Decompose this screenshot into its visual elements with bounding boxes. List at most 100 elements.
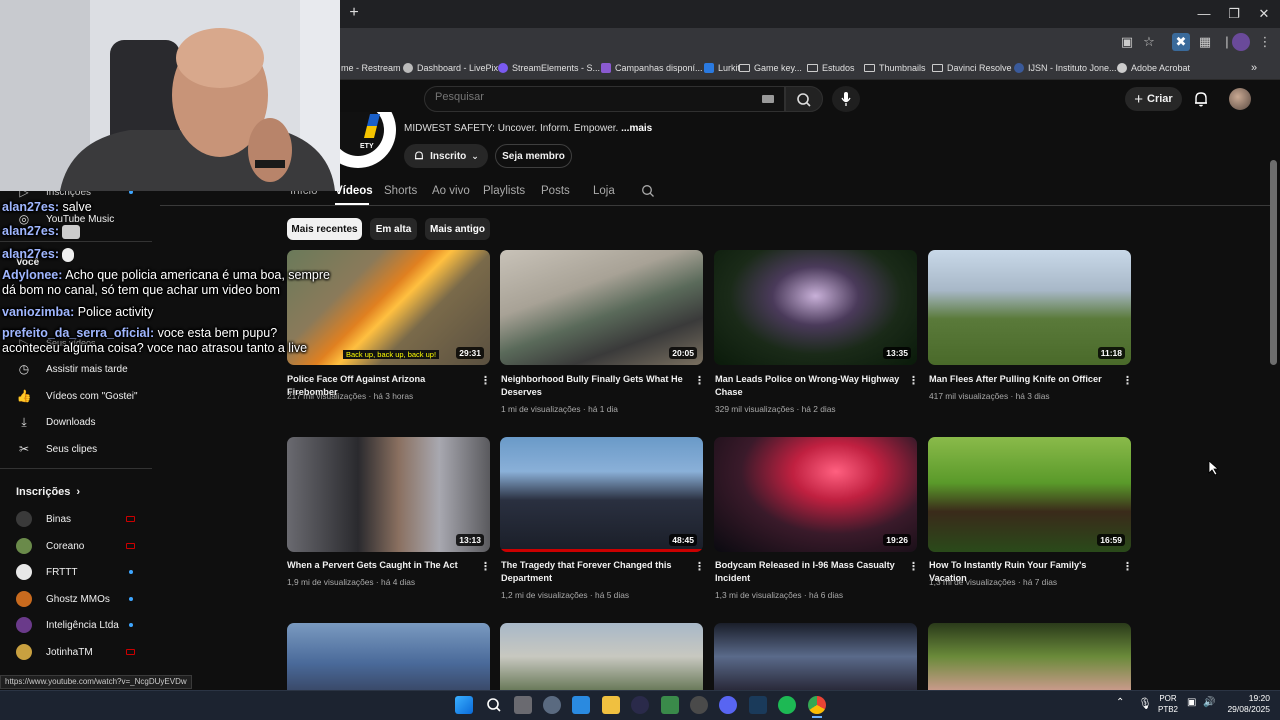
chip-em-alta[interactable]: Em alta (370, 218, 417, 240)
subscription-item[interactable]: Inteligência Ltda (16, 616, 119, 634)
close-window-button[interactable]: ✕ (1249, 4, 1279, 24)
photos-icon[interactable] (572, 696, 590, 714)
join-member-button[interactable]: Seja membro (495, 144, 572, 168)
video-thumbnail[interactable]: 16:59 (928, 437, 1131, 552)
maximize-button[interactable]: ❐ (1219, 4, 1249, 24)
subscription-item[interactable]: Coreano (16, 537, 84, 555)
task-view-icon[interactable] (514, 696, 532, 714)
extensions-puzzle-icon[interactable]: ▦ (1196, 33, 1214, 51)
minimize-button[interactable]: — (1189, 4, 1219, 24)
settings-gear-icon[interactable] (543, 696, 561, 714)
bookmark-item[interactable]: me - Restream (341, 60, 401, 76)
cast-icon[interactable]: ▣ (1118, 33, 1136, 51)
keyboard-icon[interactable] (762, 95, 774, 103)
video-thumbnail[interactable]: 48:45 (500, 437, 703, 552)
bookmark-star-icon[interactable]: ☆ (1140, 33, 1158, 51)
video-menu-icon[interactable]: ⋮ (1122, 561, 1133, 573)
bookmark-item[interactable]: Game key... (739, 60, 802, 76)
subscribed-button[interactable]: Inscrito ⌄ (404, 144, 488, 168)
tab-ao-vivo[interactable]: Ao vivo (432, 185, 470, 197)
create-button[interactable]: + Criar (1125, 87, 1182, 111)
sidebar-item-watch-later[interactable]: ◷ Assistir mais tarde (16, 360, 128, 378)
video-thumbnail[interactable]: 20:05 (500, 250, 703, 365)
search-input[interactable] (435, 91, 735, 103)
search-box[interactable] (424, 86, 785, 112)
video-title[interactable]: When a Pervert Gets Caught in The Act (287, 559, 472, 572)
bookmark-item[interactable]: Adobe Acrobat (1117, 60, 1190, 76)
bookmark-item[interactable]: StreamElements - S... (498, 60, 600, 76)
bookmark-item[interactable]: Estudos (807, 60, 855, 76)
sidebar-subscriptions-header[interactable]: Inscrições › (16, 483, 80, 501)
file-explorer-icon[interactable] (602, 696, 620, 714)
account-avatar[interactable] (1229, 88, 1251, 110)
video-title[interactable]: Man Flees After Pulling Knife on Officer (929, 373, 1114, 386)
tab-videos[interactable]: Vídeos (335, 185, 373, 197)
voice-search-button[interactable] (832, 86, 860, 112)
notifications-button[interactable] (1192, 90, 1210, 108)
tab-playlists[interactable]: Playlists (483, 185, 525, 197)
video-title[interactable]: Bodycam Released in I-96 Mass Casualty I… (715, 559, 900, 585)
tray-chevron-icon[interactable]: ⌃ (1116, 697, 1124, 708)
bookmark-item[interactable]: Dashboard - LivePix (403, 60, 498, 76)
video-menu-icon[interactable]: ⋮ (480, 561, 491, 573)
channel-logo[interactable]: ETY (340, 112, 396, 174)
video-thumbnail[interactable] (714, 623, 917, 690)
video-menu-icon[interactable]: ⋮ (1122, 375, 1133, 387)
chip-mais-antigo[interactable]: Mais antigo (425, 218, 490, 240)
volume-icon[interactable]: 🔊 (1203, 697, 1215, 708)
video-thumbnail[interactable] (928, 623, 1131, 690)
tab-loja[interactable]: Loja (593, 185, 615, 197)
more-bookmarks-icon[interactable]: » (1251, 60, 1257, 76)
search-button[interactable] (785, 86, 823, 112)
video-thumbnail[interactable]: 13:35 (714, 250, 917, 365)
channel-search-icon[interactable] (641, 184, 655, 203)
more-link[interactable]: ...mais (621, 123, 652, 134)
video-menu-icon[interactable]: ⋮ (694, 375, 705, 387)
video-thumbnail[interactable] (500, 623, 703, 690)
subscription-item[interactable]: JotinhaTM (16, 643, 93, 661)
extension-icon[interactable]: ✖ (1172, 33, 1190, 51)
steam-icon[interactable] (749, 696, 767, 714)
channel-description[interactable]: MIDWEST SAFETY: Uncover. Inform. Empower… (404, 123, 652, 134)
bookmark-item[interactable]: IJSN - Instituto Jone... (1014, 60, 1117, 76)
discord-icon[interactable] (719, 696, 737, 714)
video-title[interactable]: Man Leads Police on Wrong-Way Highway Ch… (715, 373, 900, 399)
new-tab-button[interactable]: + (346, 5, 362, 21)
subscription-item[interactable]: FRTTT (16, 563, 77, 581)
video-title[interactable]: The Tragedy that Forever Changed this De… (501, 559, 686, 585)
video-thumbnail[interactable]: 11:18 (928, 250, 1131, 365)
bookmark-item[interactable]: Lurkit (704, 60, 740, 76)
tab-shorts[interactable]: Shorts (384, 185, 417, 197)
tab-posts[interactable]: Posts (541, 185, 570, 197)
video-menu-icon[interactable]: ⋮ (908, 375, 919, 387)
video-menu-icon[interactable]: ⋮ (908, 561, 919, 573)
video-thumbnail[interactable]: 19:26 (714, 437, 917, 552)
windows-start-icon[interactable] (455, 696, 473, 714)
chip-mais-recentes[interactable]: Mais recentes (287, 218, 362, 240)
language-indicator[interactable]: POR PTB2 (1158, 693, 1178, 715)
taskbar-search-icon[interactable] (485, 696, 503, 714)
network-icon[interactable]: ▣ (1187, 697, 1196, 708)
menu-kebab-icon[interactable]: ⋮ (1256, 33, 1274, 51)
taskbar-clock[interactable]: 19:20 29/08/2025 (1222, 693, 1270, 715)
subscription-item[interactable]: Binas (16, 510, 71, 528)
subscription-item[interactable]: Ghostz MMOs (16, 590, 110, 608)
bookmark-item[interactable]: Davinci Resolve (932, 60, 1012, 76)
video-menu-icon[interactable]: ⋮ (694, 561, 705, 573)
video-title[interactable]: Neighborhood Bully Finally Gets What He … (501, 373, 686, 399)
bookmark-item[interactable]: Campanhas disponí... (601, 60, 703, 76)
video-thumbnail[interactable]: 13:13 (287, 437, 490, 552)
sidebar-item-downloads[interactable]: ⤓ Downloads (16, 413, 95, 431)
microphone-icon[interactable]: 🎙 (1138, 697, 1152, 710)
app-icon[interactable] (631, 696, 649, 714)
chrome-icon[interactable] (808, 696, 826, 714)
video-menu-icon[interactable]: ⋮ (480, 375, 491, 387)
page-scrollbar[interactable] (1270, 160, 1277, 365)
obs-icon[interactable] (690, 696, 708, 714)
spotify-icon[interactable] (778, 696, 796, 714)
sidebar-item-liked-videos[interactable]: 👍 Vídeos com "Gostei" (16, 387, 138, 405)
bookmark-item[interactable]: Thumbnails (864, 60, 926, 76)
video-thumbnail[interactable] (287, 623, 490, 690)
profile-icon[interactable] (1232, 33, 1250, 51)
sidebar-item-clips[interactable]: ✂ Seus clipes (16, 440, 97, 458)
